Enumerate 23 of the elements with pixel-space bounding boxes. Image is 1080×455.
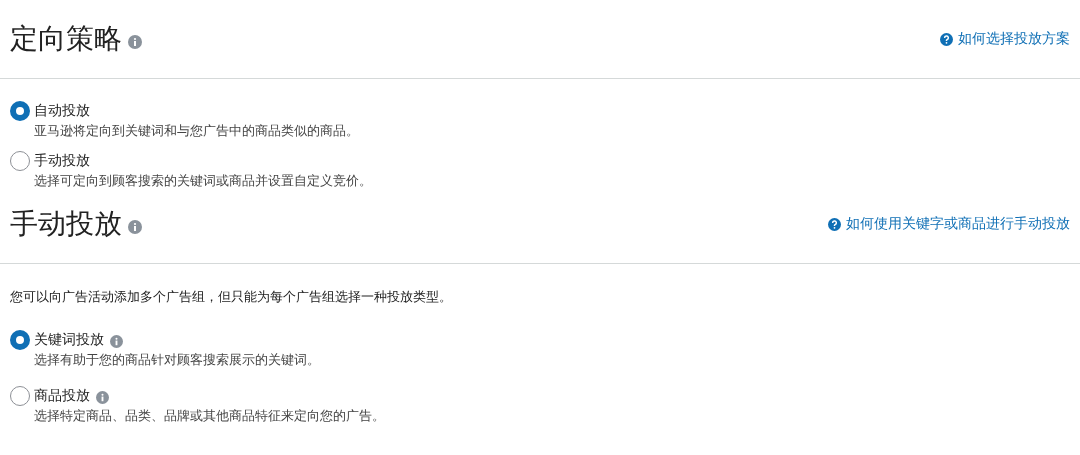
help-link[interactable]: 如何使用关键字或商品进行手动投放	[828, 215, 1070, 233]
section-title: 手动投放	[10, 207, 122, 241]
help-icon[interactable]	[828, 217, 841, 231]
option-description: 选择有助于您的商品针对顾客搜索展示的关键词。	[34, 351, 320, 369]
info-icon[interactable]	[128, 220, 142, 234]
intro-text: 您可以向广告活动添加多个广告组，但只能为每个广告组选择一种投放类型。	[10, 288, 453, 306]
radio-button[interactable]	[10, 101, 30, 121]
radio-button[interactable]	[10, 330, 30, 350]
help-link[interactable]: 如何选择投放方案	[940, 30, 1070, 48]
option-description: 选择特定商品、品类、品牌或其他商品特征来定向您的广告。	[34, 407, 385, 425]
section-title: 定向策略	[10, 22, 122, 56]
option-description: 亚马逊将定向到关键词和与您广告中的商品类似的商品。	[34, 122, 359, 140]
info-icon[interactable]	[128, 35, 142, 49]
info-icon[interactable]	[96, 390, 109, 404]
option-label[interactable]: 商品投放	[34, 387, 90, 405]
option-label[interactable]: 自动投放	[34, 102, 90, 120]
option-label[interactable]: 关键词投放	[34, 331, 104, 349]
radio-button[interactable]	[10, 386, 30, 406]
help-icon[interactable]	[940, 32, 953, 46]
info-icon[interactable]	[110, 334, 123, 348]
radio-button[interactable]	[10, 151, 30, 171]
option-description: 选择可定向到顾客搜索的关键词或商品并设置自定义竞价。	[34, 172, 372, 190]
option-label[interactable]: 手动投放	[34, 152, 90, 170]
